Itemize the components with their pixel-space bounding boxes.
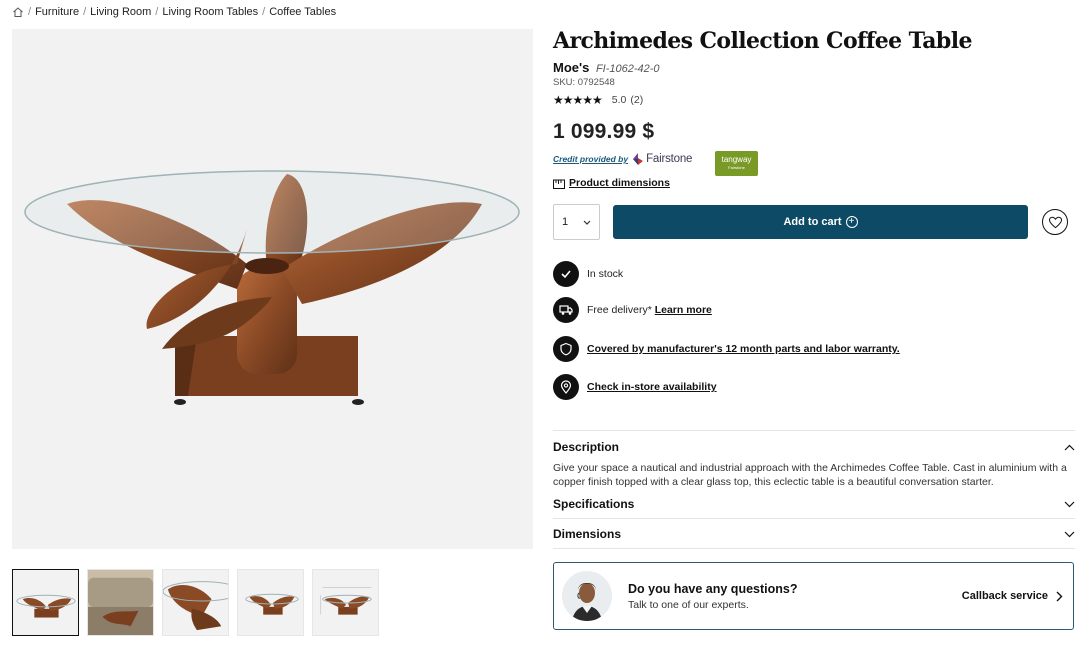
breadcrumb-separator: / — [83, 6, 87, 18]
chevron-right-icon — [1056, 591, 1063, 601]
wishlist-button[interactable] — [1042, 209, 1068, 235]
accordion-description[interactable]: Description — [553, 440, 1075, 454]
credit-provider: Credit provided by Fairstone — [553, 152, 692, 166]
breadcrumb-separator: / — [262, 6, 266, 18]
shield-icon — [553, 336, 579, 362]
add-to-cart-button[interactable]: Add to cart + — [613, 205, 1028, 239]
model-number: FI-1062-42-0 — [595, 63, 660, 75]
product-dimensions-label: Product dimensions — [569, 177, 670, 189]
specifications-title: Specifications — [553, 497, 635, 511]
divider — [553, 548, 1075, 549]
stock-status: In stock — [553, 261, 623, 287]
location-pin-icon — [553, 374, 579, 400]
review-count: (2) — [630, 94, 644, 106]
delivery-text: Free delivery* — [587, 304, 652, 316]
expert-avatar — [562, 571, 612, 621]
tangway-badge[interactable]: tangway Fairstone — [715, 151, 758, 176]
heart-icon — [1048, 216, 1062, 228]
check-store-link[interactable]: Check in-store availability — [587, 381, 717, 393]
breadcrumb: / Furniture / Living Room / Living Room … — [12, 4, 336, 20]
callback-card[interactable]: Do you have any questions? Talk to one o… — [553, 562, 1074, 630]
home-icon[interactable] — [12, 6, 24, 18]
delivery-info: Free delivery* Learn more — [553, 297, 712, 323]
brand-name[interactable]: Moe's — [553, 60, 589, 75]
warranty-info: Covered by manufacturer's 12 month parts… — [553, 336, 900, 362]
rating-value: 5.0 — [611, 94, 627, 106]
chevron-down-icon — [583, 220, 591, 225]
product-main-image[interactable] — [12, 29, 533, 549]
product-title: Archimedes Collection Coffee Table — [553, 28, 972, 54]
rating[interactable]: ★★★★★ 5.0 (2) — [553, 93, 643, 107]
quantity-value: 1 — [562, 216, 569, 228]
thumbnail-1[interactable] — [12, 569, 79, 636]
breadcrumb-separator: / — [28, 6, 32, 18]
add-to-cart-label: Add to cart — [783, 216, 842, 228]
callback-question: Do you have any questions? — [628, 581, 798, 596]
warranty-link[interactable]: Covered by manufacturer's 12 month parts… — [587, 343, 900, 355]
description-title: Description — [553, 440, 620, 454]
accordion-specifications[interactable]: Specifications — [553, 497, 1075, 511]
quantity-select[interactable]: 1 — [553, 204, 600, 240]
thumbnail-4[interactable] — [237, 569, 304, 636]
brand-line: Moe's FI-1062-42-0 — [553, 60, 660, 75]
callback-subtext: Talk to one of our experts. — [628, 598, 749, 611]
thumbnail-3[interactable] — [162, 569, 229, 636]
stock-text: In stock — [587, 268, 624, 280]
tangway-name: tangway — [721, 155, 752, 164]
breadcrumb-living-room-tables[interactable]: Living Room Tables — [162, 6, 258, 18]
fairstone-logo: Fairstone — [632, 152, 692, 166]
divider — [553, 518, 1075, 519]
fairstone-name: Fairstone — [646, 153, 693, 165]
credit-provided-link[interactable]: Credit provided by — [553, 154, 628, 164]
fairstone-mark-icon — [633, 153, 644, 165]
callback-text: Do you have any questions? Talk to one o… — [628, 582, 797, 611]
product-dimensions-link[interactable]: Product dimensions — [553, 177, 670, 189]
breadcrumb-furniture[interactable]: Furniture — [35, 6, 79, 18]
ruler-icon — [553, 179, 565, 189]
thumbnail-2[interactable] — [87, 569, 154, 636]
check-icon — [553, 261, 579, 287]
description-text: Give your space a nautical and industria… — [553, 462, 1067, 488]
sku: SKU: 0792548 — [553, 77, 615, 88]
thumbnail-strip — [12, 569, 379, 636]
chevron-up-icon — [1064, 444, 1075, 450]
divider — [553, 430, 1075, 431]
chevron-down-icon — [1064, 531, 1075, 537]
tangway-sub: Fairstone — [728, 165, 745, 170]
callback-service-link[interactable]: Callback service — [962, 590, 1063, 602]
breadcrumb-living-room[interactable]: Living Room — [90, 6, 151, 18]
thumbnail-5[interactable] — [312, 569, 379, 636]
breadcrumb-coffee-tables[interactable]: Coffee Tables — [269, 6, 336, 18]
breadcrumb-separator: / — [155, 6, 159, 18]
learn-more-link[interactable]: Learn more — [655, 304, 712, 316]
star-rating-icon: ★★★★★ — [553, 93, 603, 107]
callback-service-label: Callback service — [961, 590, 1048, 602]
accordion-dimensions[interactable]: Dimensions — [553, 527, 1075, 541]
truck-icon — [553, 297, 579, 323]
dimensions-title: Dimensions — [553, 527, 622, 541]
plus-circle-icon: + — [845, 216, 858, 228]
chevron-down-icon — [1064, 501, 1075, 507]
price: 1 099.99 $ — [553, 120, 655, 143]
store-availability: Check in-store availability — [553, 374, 717, 400]
